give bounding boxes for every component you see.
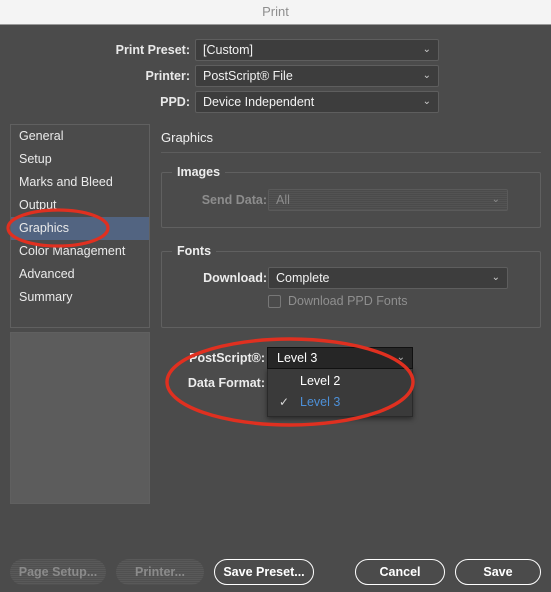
postscript-combo[interactable]: Level 3 ⌄	[267, 347, 413, 369]
postscript-value: Level 3	[277, 351, 318, 365]
chevron-down-icon: ⌄	[396, 352, 405, 363]
check-icon: ✓	[279, 395, 290, 409]
download-ppd-fonts-checkbox[interactable]	[268, 295, 281, 308]
sidebar-item-label: Summary	[19, 290, 73, 304]
chevron-down-icon: ⌄	[422, 70, 431, 81]
menu-item-level-3[interactable]: ✓ Level 3	[268, 392, 412, 413]
ppd-select[interactable]: Device Independent ⌄	[195, 91, 439, 113]
images-group-label: Images	[172, 165, 226, 179]
page-title: Graphics	[161, 130, 214, 145]
panel-divider	[161, 152, 541, 153]
ppd-value: Device Independent	[203, 95, 315, 109]
postscript-label: PostScript®:	[189, 351, 265, 365]
sidebar-item-summary[interactable]: Summary	[11, 286, 149, 309]
download-label: Download:	[203, 271, 267, 285]
save-button[interactable]: Save	[455, 559, 541, 585]
printer-value: PostScript® File	[203, 69, 293, 83]
print-preset-row: Print Preset:	[60, 39, 190, 61]
print-preset-select[interactable]: [Custom] ⌄	[195, 39, 439, 61]
sidebar-item-label: Setup	[19, 152, 52, 166]
download-ppd-fonts-label: Download PPD Fonts	[288, 294, 408, 308]
menu-item-label: Level 3	[300, 395, 341, 409]
chevron-down-icon: ⌄	[491, 272, 500, 283]
printer-row: Printer:	[60, 65, 190, 87]
download-value: Complete	[276, 271, 330, 285]
sidebar-item-label: Advanced	[19, 267, 75, 281]
sidebar-item-setup[interactable]: Setup	[11, 148, 149, 171]
print-preset-label: Print Preset:	[115, 43, 190, 57]
chevron-down-icon: ⌄	[422, 96, 431, 107]
send-data-label: Send Data:	[201, 193, 267, 207]
printer-label: Printer:	[145, 69, 190, 83]
printer-button[interactable]: Printer...	[116, 559, 204, 585]
chevron-down-icon: ⌄	[422, 44, 431, 55]
cancel-button[interactable]: Cancel	[355, 559, 445, 585]
send-data-select[interactable]: All ⌄	[268, 189, 508, 211]
fonts-group-label: Fonts	[172, 244, 217, 258]
sidebar-item-output[interactable]: Output	[11, 194, 149, 217]
sidebar-item-label: Output	[19, 198, 57, 212]
printer-select[interactable]: PostScript® File ⌄	[195, 65, 439, 87]
sidebar-item-color-management[interactable]: Color Management	[11, 240, 149, 263]
ppd-row: PPD:	[60, 91, 190, 113]
data-format-label: Data Format:	[187, 376, 265, 390]
menu-item-level-2[interactable]: Level 2	[268, 371, 412, 392]
print-preset-value: [Custom]	[203, 43, 254, 57]
sidebar-item-graphics[interactable]: Graphics	[11, 217, 149, 240]
postscript-dropdown-menu: Level 2 ✓ Level 3	[267, 368, 413, 417]
sidebar-item-marks-and-bleed[interactable]: Marks and Bleed	[11, 171, 149, 194]
menu-item-label: Level 2	[300, 374, 341, 388]
sidebar-item-label: Color Management	[19, 244, 126, 258]
print-preview-panel	[10, 332, 150, 504]
chevron-down-icon: ⌄	[491, 194, 500, 205]
title-bar: Print	[0, 0, 551, 25]
sidebar-item-label: Graphics	[19, 221, 70, 235]
category-sidebar: General Setup Marks and Bleed Output Gra…	[10, 124, 150, 328]
send-data-value: All	[276, 193, 290, 207]
print-dialog-window: Print Print Preset: [Custom] ⌄ Printer: …	[0, 0, 551, 592]
fonts-group: Fonts	[161, 244, 541, 328]
download-select[interactable]: Complete ⌄	[268, 267, 508, 289]
sidebar-item-label: General	[19, 129, 64, 143]
page-setup-button[interactable]: Page Setup...	[10, 559, 106, 585]
save-preset-button[interactable]: Save Preset...	[214, 559, 314, 585]
sidebar-item-label: Marks and Bleed	[19, 175, 113, 189]
ppd-label: PPD:	[160, 95, 190, 109]
window-title: Print	[262, 4, 289, 19]
download-ppd-fonts-row[interactable]: Download PPD Fonts	[268, 293, 508, 311]
sidebar-item-advanced[interactable]: Advanced	[11, 263, 149, 286]
sidebar-item-general[interactable]: General	[11, 125, 149, 148]
